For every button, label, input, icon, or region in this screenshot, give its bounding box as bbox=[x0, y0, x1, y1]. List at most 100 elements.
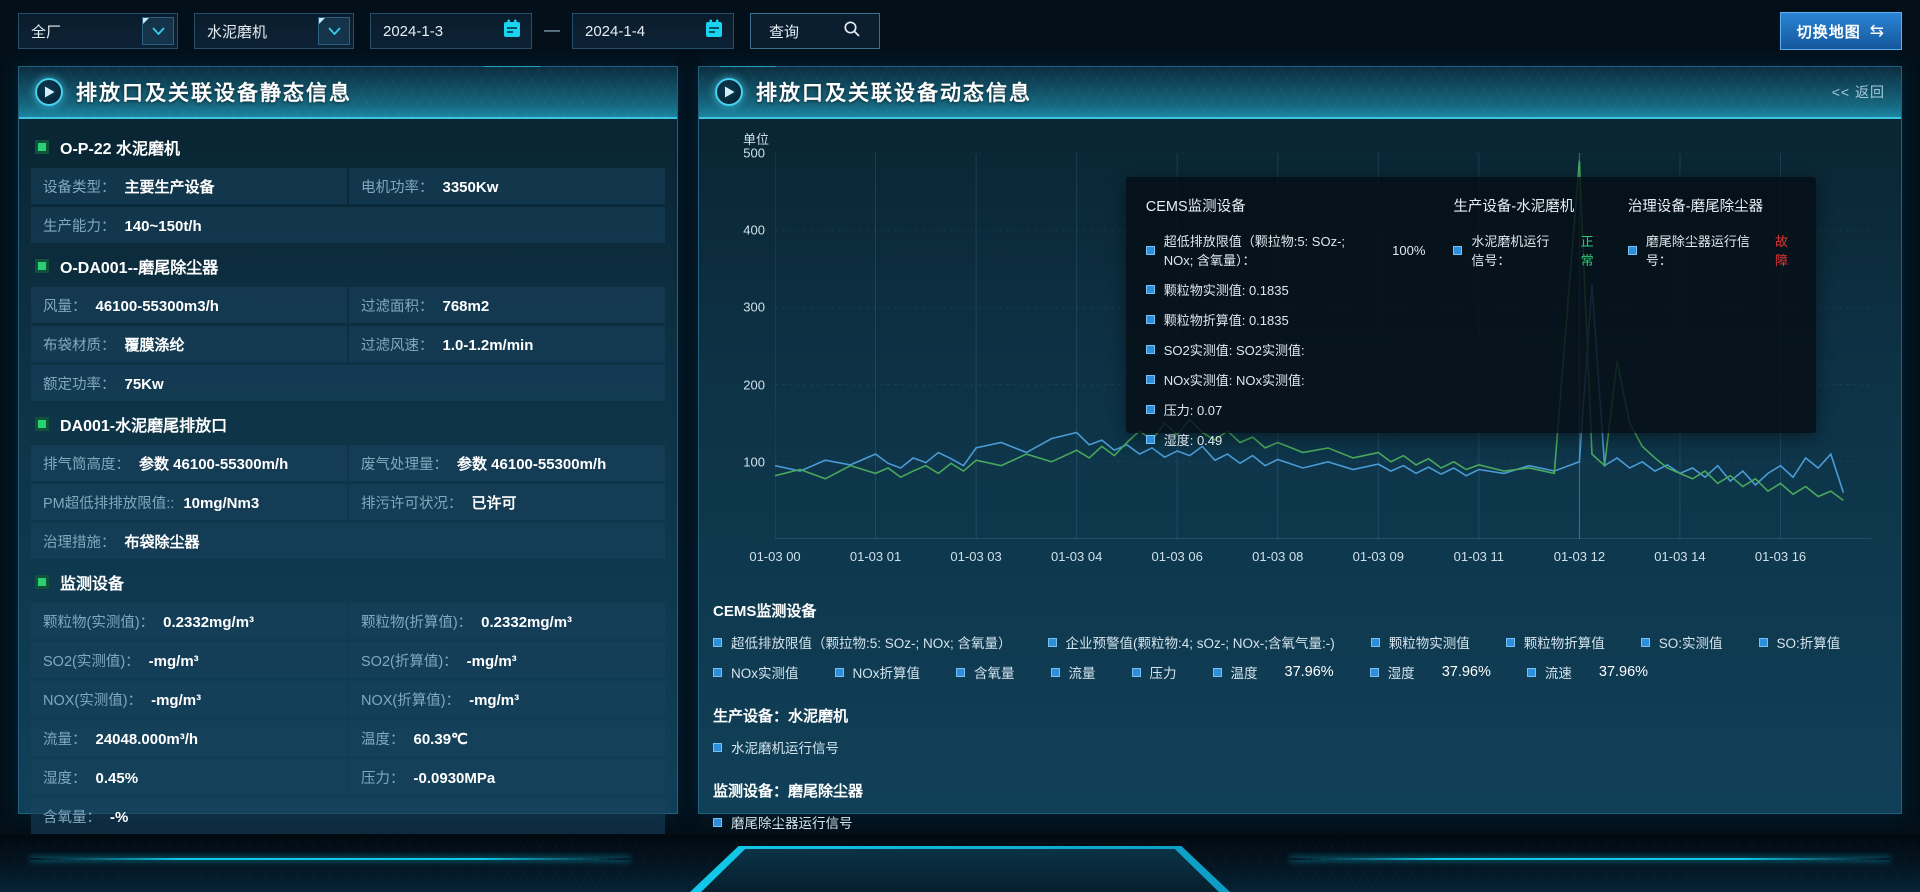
footer-glow-line bbox=[30, 858, 630, 860]
tooltip-item: 湿度: 0.49 bbox=[1146, 430, 1426, 449]
start-date-value: 2024-1-3 bbox=[383, 23, 443, 40]
info-cell: 设备类型：主要生产设备 bbox=[31, 168, 347, 204]
blue-square-icon bbox=[1146, 285, 1155, 294]
blue-square-icon bbox=[713, 638, 722, 647]
info-row: 排气筒高度：参数 46100-55300m/h废气处理量：参数 46100-55… bbox=[31, 445, 665, 481]
blue-square-icon bbox=[1213, 668, 1222, 677]
legend-item[interactable]: NOx折算值 bbox=[835, 658, 921, 686]
back-link[interactable]: << 返回 bbox=[1832, 82, 1885, 102]
info-row: PM超低排排放限值::10mg/Nm3排污许可状况：已许可 bbox=[31, 484, 665, 520]
device-select[interactable]: 水泥磨机 bbox=[194, 13, 354, 49]
dynamic-panel-title: 排放口及关联设备动态信息 bbox=[756, 77, 1032, 107]
production-legend-items: 水泥磨机运行信号 bbox=[713, 729, 1887, 765]
info-cell: 流量：24048.000m³/h bbox=[31, 720, 347, 756]
legend-item[interactable]: 磨尾除尘器运行信号 bbox=[713, 808, 853, 836]
blue-square-icon bbox=[1051, 668, 1060, 677]
info-cell: 颗粒物(实测值)：0.2332mg/m³ bbox=[31, 603, 347, 639]
blue-square-icon bbox=[1146, 435, 1155, 444]
info-cell: 过滤风速：1.0-1.2m/min bbox=[349, 326, 665, 362]
chevron-down-icon[interactable] bbox=[142, 17, 174, 45]
treatment-signal-label: 磨尾除尘器运行信号： bbox=[1646, 231, 1752, 269]
calendar-icon[interactable] bbox=[703, 18, 725, 44]
info-row: 生产能力：140~150t/h bbox=[31, 207, 665, 243]
x-tick-label: 01-03 14 bbox=[1654, 549, 1705, 564]
legend-item[interactable]: 颗粒物折算值 bbox=[1506, 628, 1605, 656]
start-date-input[interactable]: 2024-1-3 bbox=[370, 13, 532, 49]
blue-square-icon bbox=[1146, 315, 1155, 324]
info-cell: 压力：-0.0930MPa bbox=[349, 759, 665, 795]
main-content: 排放口及关联设备静态信息 O-P-22 水泥磨机设备类型：主要生产设备电机功率：… bbox=[0, 66, 1920, 814]
blue-square-icon bbox=[835, 668, 844, 677]
dynamic-info-header: 排放口及关联设备动态信息 << 返回 bbox=[699, 67, 1901, 119]
y-tick-label: 400 bbox=[743, 223, 765, 238]
hex-pattern bbox=[0, 834, 1920, 892]
x-tick-label: 01-03 08 bbox=[1252, 549, 1303, 564]
blue-square-icon bbox=[1370, 668, 1379, 677]
legend-item[interactable]: 压力 bbox=[1132, 658, 1177, 686]
static-info-header: 排放口及关联设备静态信息 bbox=[19, 67, 677, 119]
swap-arrows-icon: ⇆ bbox=[1870, 21, 1885, 41]
legend-item[interactable]: SO:折算值 bbox=[1759, 628, 1841, 656]
plant-select[interactable]: 全厂 bbox=[18, 13, 178, 49]
search-icon bbox=[843, 20, 861, 42]
blue-square-icon bbox=[956, 668, 965, 677]
legend-item[interactable]: 颗粒物实测值 bbox=[1371, 628, 1470, 656]
chart-tooltip: CEMS监测设备 超低排放限值（颗拉物:5: SOz-; NOx; 含氧量）：1… bbox=[1126, 177, 1816, 433]
legend-item[interactable]: 流速37.96% bbox=[1527, 658, 1648, 686]
y-tick-label: 200 bbox=[743, 377, 765, 392]
switch-map-button[interactable]: 切换地图 ⇆ bbox=[1780, 12, 1902, 50]
emission-dashboard: { "topbar": { "plant_select": {"value": … bbox=[0, 0, 1920, 892]
legend-item[interactable]: 含氧量 bbox=[956, 658, 1015, 686]
end-date-value: 2024-1-4 bbox=[585, 23, 645, 40]
static-info-panel: 排放口及关联设备静态信息 O-P-22 水泥磨机设备类型：主要生产设备电机功率：… bbox=[18, 66, 678, 814]
query-button-label: 查询 bbox=[769, 21, 799, 42]
end-date-input[interactable]: 2024-1-4 bbox=[572, 13, 734, 49]
info-cell: NOX(折算值)：-mg/m³ bbox=[349, 681, 665, 717]
blue-square-icon bbox=[1146, 405, 1155, 414]
legend-item[interactable]: 湿度37.96% bbox=[1370, 658, 1491, 686]
info-cell: 电机功率：3350Kw bbox=[349, 168, 665, 204]
info-cell: 过滤面积：768m2 bbox=[349, 287, 665, 323]
x-tick-label: 01-03 09 bbox=[1353, 549, 1404, 564]
info-row: SO2(实测值)：-mg/m³SO2(折算值)：-mg/m³ bbox=[31, 642, 665, 678]
info-cell: 含氧量：-% bbox=[31, 798, 665, 834]
y-tick-label: 500 bbox=[743, 146, 765, 161]
query-button[interactable]: 查询 bbox=[750, 13, 880, 49]
static-panel-title: 排放口及关联设备静态信息 bbox=[76, 77, 352, 107]
section-title: O-P-22 水泥磨机 bbox=[31, 127, 665, 165]
blue-square-icon bbox=[1759, 638, 1768, 647]
legend-item[interactable]: 流量 bbox=[1051, 658, 1096, 686]
calendar-icon[interactable] bbox=[501, 18, 523, 44]
section-title: O-DA001--磨尾除尘器 bbox=[31, 246, 665, 284]
tooltip-production-column: 生产设备-水泥磨机 水泥磨机运行信号： 正常 bbox=[1453, 195, 1599, 415]
x-tick-label: 01-03 00 bbox=[749, 549, 800, 564]
legend-area: CEMS监测设备 超低排放限值（颗拉物:5: SOz-; NOx; 含氧量）企业… bbox=[713, 585, 1887, 840]
info-cell: 排污许可状况：已许可 bbox=[349, 484, 665, 520]
x-tick-label: 01-03 06 bbox=[1152, 549, 1203, 564]
info-row: 风量：46100-55300m3/h过滤面积：768m2 bbox=[31, 287, 665, 323]
y-tick-label: 300 bbox=[743, 300, 765, 315]
legend-item[interactable]: NOx实测值 bbox=[713, 658, 799, 686]
blue-square-icon bbox=[1527, 668, 1536, 677]
chevron-down-icon[interactable] bbox=[318, 17, 350, 45]
info-cell: SO2(折算值)：-mg/m³ bbox=[349, 642, 665, 678]
info-row: 治理措施：布袋除尘器 bbox=[31, 523, 665, 559]
production-legend-heading: 生产设备：水泥磨机 bbox=[713, 705, 1887, 726]
legend-item[interactable]: 超低排放限值（颗拉物:5: SOz-; NOx; 含氧量） bbox=[713, 628, 1012, 656]
tooltip-item: 磨尾除尘器运行信号： 故障 bbox=[1628, 231, 1796, 269]
legend-item[interactable]: 企业预警值(颗粒物:4; sOz-; NOx-;含氧气量:-) bbox=[1048, 628, 1335, 656]
legend-item[interactable]: SO:实测值 bbox=[1641, 628, 1723, 656]
legend-item[interactable]: 水泥磨机运行信号 bbox=[713, 733, 839, 761]
info-cell: 排气筒高度：参数 46100-55300m/h bbox=[31, 445, 347, 481]
info-cell: 布袋材质：覆膜涤纶 bbox=[31, 326, 347, 362]
plant-select-value: 全厂 bbox=[31, 21, 61, 42]
info-row: 颗粒物(实测值)：0.2332mg/m³颗粒物(折算值)：0.2332mg/m³ bbox=[31, 603, 665, 639]
info-cell: 温度：60.39℃ bbox=[349, 720, 665, 756]
info-cell: 生产能力：140~150t/h bbox=[31, 207, 665, 243]
legend-item[interactable]: 温度37.96% bbox=[1213, 658, 1334, 686]
dynamic-info-panel: 排放口及关联设备动态信息 << 返回 单位 CEMS监测设备 超低排放限值（颗拉… bbox=[698, 66, 1902, 814]
tooltip-item: NOx实测值: NOx实测值: bbox=[1146, 370, 1426, 389]
blue-square-icon bbox=[1132, 668, 1141, 677]
info-row: NOX(实测值)：-mg/m³NOX(折算值)：-mg/m³ bbox=[31, 681, 665, 717]
emission-line-chart: 单位 CEMS监测设备 超低排放限值（颗拉物:5: SOz-; NOx; 含氧量… bbox=[713, 123, 1887, 585]
